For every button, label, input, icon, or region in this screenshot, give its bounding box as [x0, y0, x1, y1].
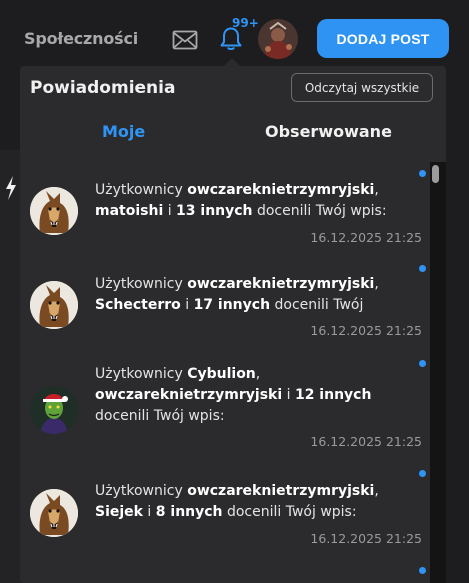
unread-dot [419, 265, 426, 272]
tab-following[interactable]: Obserwowane [265, 122, 392, 141]
notification-text: Użytkownicy Cybulion, owczareknietrzymry… [95, 366, 372, 424]
lightning-icon [4, 175, 18, 201]
others-count: 17 innych [193, 297, 271, 313]
tab-mine[interactable]: Moje [102, 122, 145, 141]
notification-timestamp: 16.12.2025 21:25 [310, 434, 422, 449]
username-link[interactable]: owczareknietrzymryjski [187, 276, 374, 292]
add-post-button[interactable]: DODAJ POST [317, 19, 449, 58]
username-link[interactable]: Siejek [95, 504, 143, 520]
scrollbar-thumb[interactable] [432, 165, 439, 183]
scrollbar-track[interactable] [430, 162, 446, 583]
unread-dot [419, 567, 426, 574]
username-link[interactable]: owczareknietrzymryjski [187, 483, 374, 499]
others-count: 13 innych [176, 203, 253, 219]
unread-dot [419, 360, 426, 367]
notification-item[interactable]: Użytkownicy owczareknietrzymryjski, mato… [20, 162, 430, 257]
username-link[interactable]: Schecterro [95, 297, 181, 313]
mark-all-read-button[interactable]: Odczytaj wszystkie [291, 73, 433, 102]
username-link[interactable]: Cybulion [187, 366, 256, 382]
notification-item[interactable]: Użytkownicy owczareknietrzymryjski, Siej… [20, 464, 430, 559]
notification-tabs: Moje Obserwowane [20, 118, 446, 150]
username-link[interactable]: matoishi [95, 203, 163, 219]
notification-item[interactable]: Użytkownicy owczareknietrzymryjski, Sche… [20, 257, 430, 352]
notification-count-badge: 99+ [232, 16, 259, 30]
dog-avatar [30, 489, 78, 537]
notification-text: Użytkownicy owczareknietrzymryjski, Sche… [95, 276, 379, 313]
nav-link-communities[interactable]: Społeczności [24, 29, 138, 48]
notification-text: Użytkownicy owczareknietrzymryjski, Siej… [95, 483, 379, 520]
notification-item[interactable]: Użytkownicy Cybulion, owczareknietrzymry… [20, 352, 430, 464]
username-link[interactable]: owczareknietrzymryjski [95, 387, 282, 403]
notifications-panel: Powiadomienia Odczytaj wszystkie Moje Ob… [20, 66, 446, 583]
grinch-avatar [30, 386, 78, 434]
panel-title: Powiadomienia [30, 78, 176, 98]
notification-text: Użytkownicy owczareknietrzymryjski, mato… [95, 182, 387, 219]
notification-list: Użytkownicy owczareknietrzymryjski, mato… [20, 162, 430, 583]
notification-item[interactable] [20, 559, 430, 583]
others-count: 8 innych [155, 504, 223, 520]
dog-avatar [30, 187, 78, 235]
mail-icon[interactable] [172, 30, 198, 50]
notification-timestamp: 16.12.2025 21:25 [310, 323, 422, 338]
dog-avatar [30, 281, 78, 329]
user-avatar[interactable] [258, 19, 298, 59]
notification-timestamp: 16.12.2025 21:25 [310, 230, 422, 245]
others-count: 12 innych [294, 387, 372, 403]
username-link[interactable]: owczareknietrzymryjski [187, 182, 374, 198]
unread-dot [419, 470, 426, 477]
unread-dot [419, 170, 426, 177]
notification-timestamp: 16.12.2025 21:25 [310, 531, 422, 546]
